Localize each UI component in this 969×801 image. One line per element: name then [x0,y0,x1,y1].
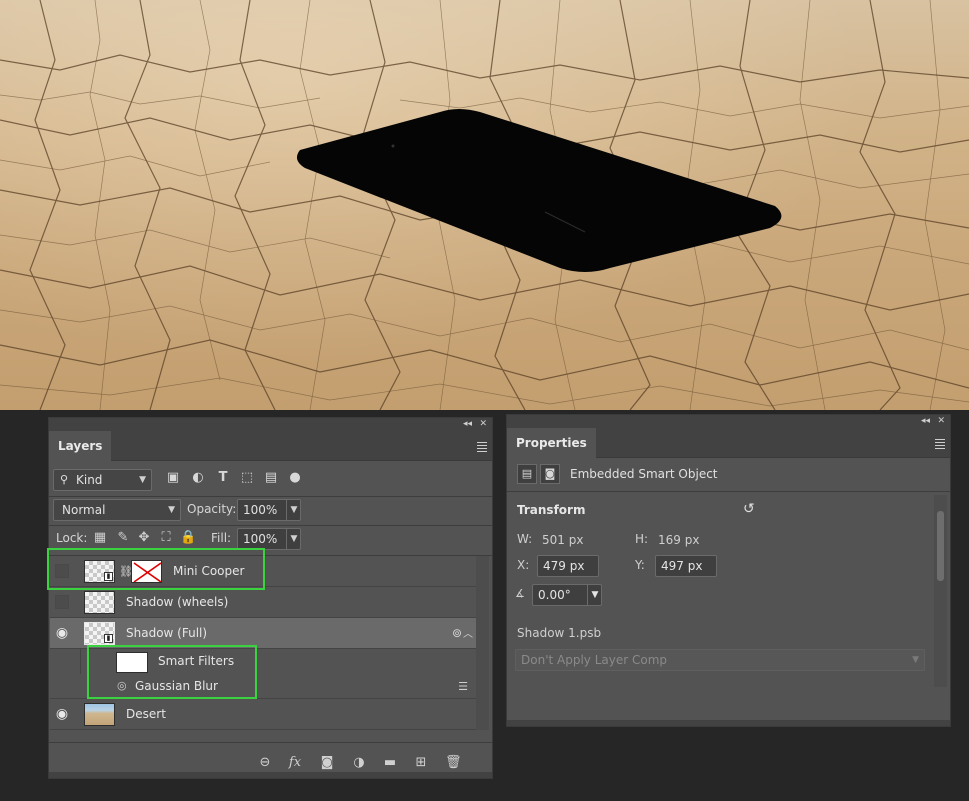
close-panel-icon[interactable]: ✕ [937,415,945,428]
layer-name: Desert [126,707,166,721]
panel-menu-icon[interactable] [935,439,945,451]
panel-header-bar: ◂◂ ✕ [507,415,950,428]
angle-value: 0.00° [538,588,571,602]
type-filter-icon[interactable]: T [215,470,231,486]
tab-properties[interactable]: Properties [507,428,596,459]
fill-input[interactable]: 100% ▼ [237,528,301,550]
linked-file-name: Shadow 1.psb [517,626,602,640]
chevron-down-icon[interactable]: ▼ [587,584,602,606]
angle-input[interactable]: 0.00° ▼ [532,584,602,606]
fx-icon[interactable]: fx [287,755,303,771]
opacity-label: Opacity: [187,502,237,516]
properties-tab-bar: Properties [507,428,950,459]
layer-row-desert[interactable]: ◉ Desert [50,699,476,730]
y-label: Y: [635,558,645,572]
smart-object-filter-icon[interactable]: ▤ [263,470,279,486]
y-input[interactable]: 497 px [655,555,717,577]
layer-row-shadow-wheels[interactable]: Shadow (wheels) [50,587,476,618]
x-label: X: [517,558,530,572]
shadow-shape[interactable] [0,0,969,410]
visibility-toggle[interactable] [55,595,69,609]
filter-kind-dropdown[interactable]: ⚲ Kind ▼ [53,469,152,491]
layer-name: Shadow (Full) [126,626,208,640]
x-input[interactable]: 479 px [537,555,599,577]
divider [49,525,492,526]
collapse-icon[interactable]: ◂◂ [921,415,930,428]
tab-layers[interactable]: Layers [49,431,112,462]
scrollbar-thumb[interactable] [937,511,944,581]
layer-thumbnail [84,591,115,614]
blend-mode-value: Normal [62,503,106,517]
layers-panel: ◂◂ ✕ Layers ⚲ Kind ▼ ▣ ◐ T ⬚ ▤ ● Normal … [48,417,493,779]
filter-kind-label: Kind [76,473,103,487]
filter-blending-options-icon[interactable]: ☰ [458,680,468,693]
smart-object-badge-icon: ▮ [104,634,113,643]
eye-icon[interactable]: ◉ [55,707,69,721]
divider [49,742,492,743]
collapse-icon[interactable]: ◂◂ [463,418,472,431]
lock-transparent-pixels-icon[interactable]: ▦ [92,530,108,546]
divider [507,491,950,492]
chevron-up-icon[interactable]: ︿ [463,625,473,640]
lock-all-icon[interactable]: 🔒 [180,530,196,546]
trash-icon[interactable]: 🗑 [445,755,462,771]
smart-object-icon[interactable]: ▤ [517,464,537,484]
w-label: W: [517,532,533,546]
transform-heading: Transform [517,503,586,517]
angle-icon: ∡ [515,587,525,600]
lock-label: Lock: [56,531,88,545]
layer-name: Shadow (wheels) [126,595,229,609]
search-icon: ⚲ [60,473,69,486]
highlight-box-mini-cooper [47,548,265,590]
layers-tab-bar: Layers [49,431,492,462]
fill-label: Fill: [211,531,232,545]
lock-position-icon[interactable]: ✥ [136,530,152,546]
layer-thumbnail: ▮ [84,622,115,645]
close-panel-icon[interactable]: ✕ [479,418,487,431]
layer-comp-value: Don't Apply Layer Comp [521,653,667,667]
h-label: H: [635,532,649,546]
adjustment-layer-icon[interactable]: ◑ [351,755,367,771]
add-mask-icon[interactable]: ◙ [319,755,335,771]
chevron-down-icon[interactable]: ▼ [286,500,301,520]
panel-resize-bar[interactable] [49,772,492,778]
folder-icon[interactable]: ▬ [382,755,398,771]
panel-header-bar: ◂◂ ✕ [49,418,492,431]
mask-icon[interactable]: ◙ [540,464,560,484]
chevron-down-icon[interactable]: ▼ [286,529,301,549]
filter-toggle-icon[interactable]: ● [287,470,303,486]
chevron-down-icon: ▼ [912,655,919,665]
image-filter-icon[interactable]: ▣ [165,470,181,486]
panel-menu-icon[interactable] [477,442,487,454]
scrollbar[interactable] [934,495,947,687]
smart-filter-effects-icon[interactable]: ⊚ [452,626,462,640]
link-layers-icon[interactable]: ⊖ [257,755,273,771]
eye-icon[interactable]: ◉ [55,626,69,640]
new-layer-icon[interactable]: ⊞ [413,755,429,771]
object-type-label: Embedded Smart Object [570,467,718,481]
adjustment-filter-icon[interactable]: ◐ [190,470,206,486]
lock-image-pixels-icon[interactable]: ✎ [115,530,131,546]
layer-thumbnail [84,703,115,726]
properties-panel: ◂◂ ✕ Properties ▤ ◙ Embedded Smart Objec… [506,414,951,727]
w-value: 501 px [542,533,584,547]
lock-artboard-icon[interactable]: ⛶ [158,530,174,546]
opacity-input[interactable]: 100% ▼ [237,499,301,521]
layer-comp-dropdown[interactable]: Don't Apply Layer Comp ▼ [515,649,925,671]
h-value: 169 px [658,533,700,547]
chevron-down-icon: ▼ [139,475,146,485]
reset-transform-icon[interactable]: ↺ [743,501,755,517]
panel-resize-bar[interactable] [507,720,950,726]
document-canvas[interactable] [0,0,969,410]
fill-value: 100% [243,532,278,546]
divider [49,496,492,497]
chevron-down-icon: ▼ [168,505,175,515]
blend-mode-dropdown[interactable]: Normal ▼ [53,499,181,521]
scrollbar[interactable] [476,556,489,730]
highlight-box-smart-filters [87,645,257,699]
opacity-value: 100% [243,503,278,517]
shape-filter-icon[interactable]: ⬚ [239,470,255,486]
